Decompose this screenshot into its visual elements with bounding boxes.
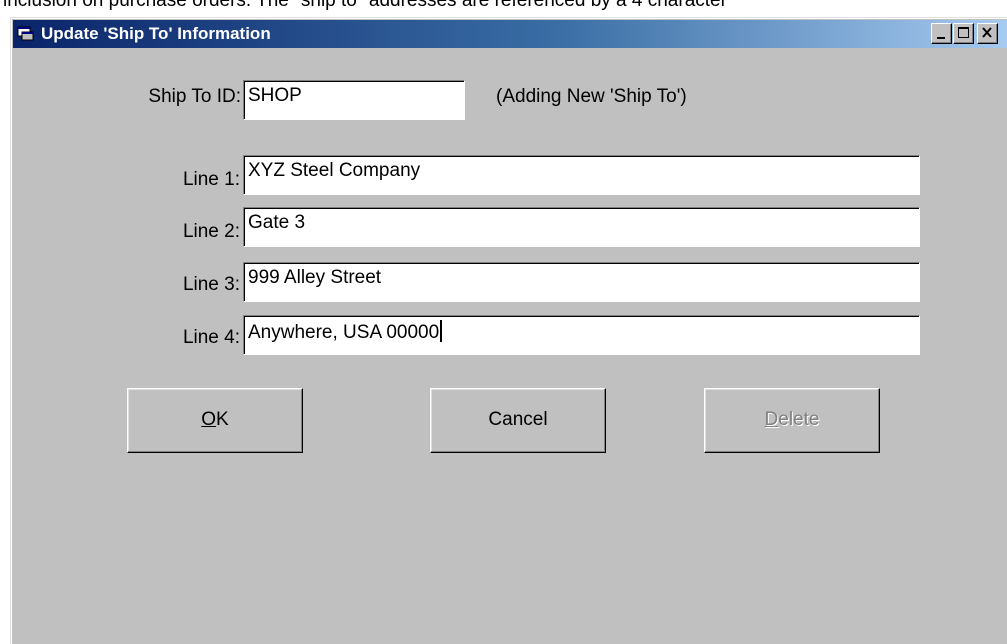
delete-mnemonic: D	[764, 409, 779, 430]
ok-mnemonic: O	[201, 409, 217, 430]
update-ship-to-dialog: Update 'Ship To' Information Ship To ID:…	[10, 17, 1007, 644]
ship-to-id-value: SHOP	[248, 85, 302, 106]
line-4-value: Anywhere, USA 00000	[248, 322, 440, 343]
line-2-value: Gate 3	[248, 212, 306, 233]
line-2-field[interactable]: Gate 3	[243, 207, 920, 247]
close-icon	[982, 27, 992, 38]
maximize-icon	[958, 27, 969, 38]
line-1-label: Line 1:	[182, 169, 240, 190]
text-caret	[440, 320, 443, 342]
line-4-label: Line 4:	[182, 327, 240, 348]
maximize-button[interactable]	[953, 23, 974, 44]
line-3-label: Line 3:	[182, 274, 240, 295]
window-title: Update 'Ship To' Information	[41, 24, 271, 43]
cancel-label: Cancel	[488, 409, 548, 430]
app-window-icon	[17, 26, 34, 41]
status-text: (Adding New 'Ship To')	[496, 86, 687, 107]
line-3-value: 999 Alley Street	[248, 267, 382, 288]
delete-button: Delete	[704, 388, 880, 453]
delete-label-rest: elete	[778, 409, 820, 430]
line-2-label: Line 2:	[182, 221, 240, 242]
document-background-text: inclusion on purchase orders. The "ship …	[3, 0, 727, 11]
minimize-button[interactable]	[931, 23, 952, 44]
line-3-field[interactable]: 999 Alley Street	[243, 262, 920, 302]
ship-to-id-label: Ship To ID:	[148, 86, 241, 107]
line-4-field[interactable]: Anywhere, USA 00000	[243, 315, 920, 355]
line-1-value: XYZ Steel Company	[248, 160, 421, 181]
minimize-icon	[937, 37, 945, 39]
ship-to-id-field[interactable]: SHOP	[243, 80, 465, 120]
line-1-field[interactable]: XYZ Steel Company	[243, 155, 920, 195]
close-button[interactable]	[977, 23, 998, 44]
ok-button[interactable]: OK	[127, 388, 303, 453]
cancel-button[interactable]: Cancel	[430, 388, 606, 453]
title-bar[interactable]: Update 'Ship To' Information	[13, 20, 1007, 48]
ok-label-rest: K	[216, 409, 229, 430]
